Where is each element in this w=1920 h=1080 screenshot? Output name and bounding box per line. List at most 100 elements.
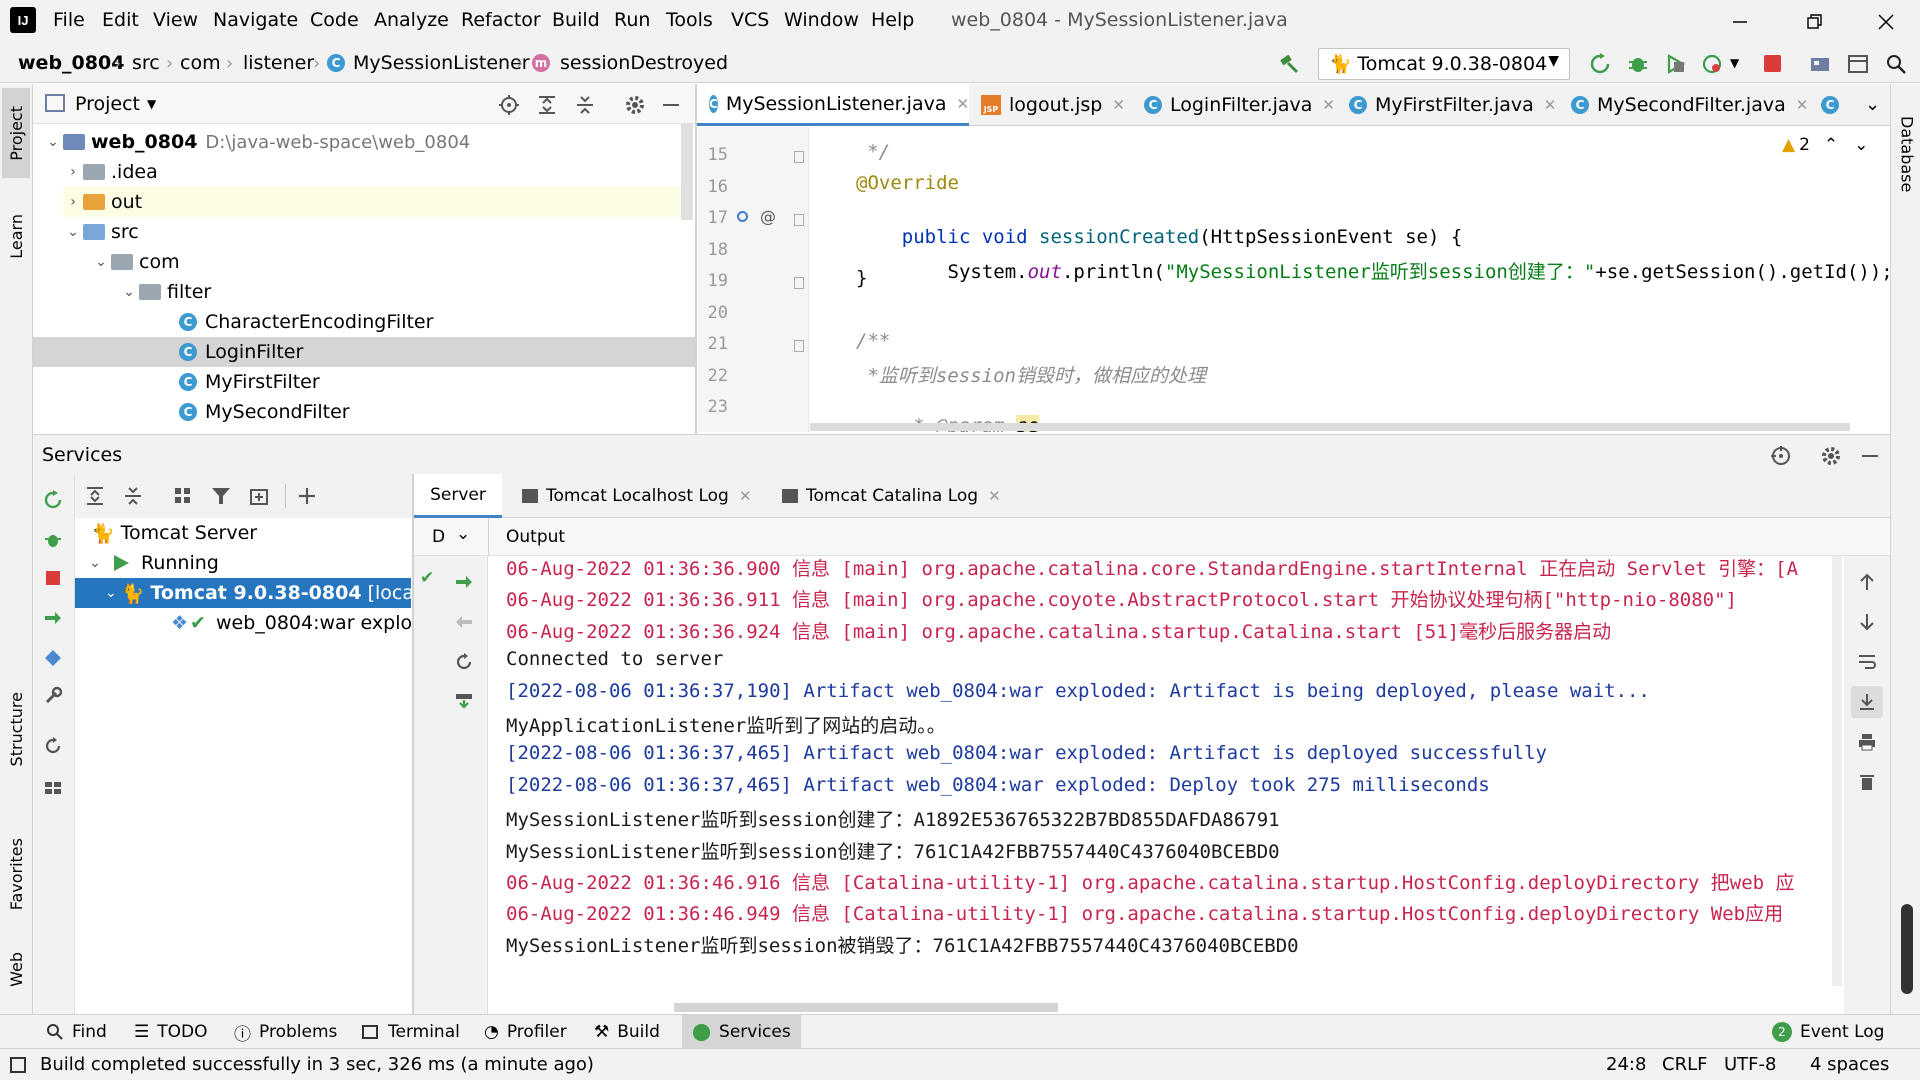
filter-icon[interactable] <box>209 484 233 508</box>
gear-icon[interactable] <box>1819 444 1843 468</box>
tool-tab-build[interactable]: ⚒ Build <box>594 1015 660 1049</box>
refresh-icon[interactable] <box>452 650 476 674</box>
class-icon[interactable]: C <box>1821 96 1839 114</box>
menu-navigate[interactable]: Navigate <box>213 9 298 31</box>
expand-all-icon[interactable] <box>535 93 559 117</box>
locate-icon[interactable] <box>1769 444 1793 468</box>
tree-node-root[interactable]: ⌄ web_0804 D:\java-web-space\web_0804 <box>43 127 470 157</box>
menu-refactor[interactable]: Refactor <box>461 9 541 31</box>
breadcrumb-src[interactable]: src <box>132 52 160 74</box>
previous-highlight-icon[interactable]: ⌃ <box>1824 135 1838 155</box>
stop-icon[interactable] <box>1764 55 1781 72</box>
build-hammer-icon[interactable] <box>1276 51 1302 77</box>
tool-tab-structure[interactable]: Structure <box>2 674 30 784</box>
status-toggle-icon[interactable] <box>10 1057 26 1073</box>
tree-node-src[interactable]: ⌄ src <box>63 217 139 247</box>
tool-tab-profiler[interactable]: ◔ Profiler <box>484 1015 567 1049</box>
fold-marker-icon[interactable] <box>794 277 804 289</box>
tool-tab-favorites[interactable]: Favorites <box>2 814 30 934</box>
close-tab-icon[interactable]: ✕ <box>1544 96 1557 114</box>
tab-mysecondfilter-java[interactable]: C MySecondFilter.java ✕ <box>1571 84 1808 126</box>
tree-node-mysecondfilter[interactable]: C MySecondFilter <box>179 397 350 427</box>
collapse-all-icon[interactable] <box>121 484 145 508</box>
tree-node-idea[interactable]: › .idea <box>63 157 158 187</box>
tab-loginfilter-java[interactable]: C LoginFilter.java ✕ <box>1144 84 1335 126</box>
close-tab-icon[interactable]: ✕ <box>988 487 1001 505</box>
chevron-down-icon[interactable]: ⌄ <box>63 224 83 240</box>
tree-node-myfirstfilter[interactable]: C MyFirstFilter <box>179 367 320 397</box>
expand-all-icon[interactable] <box>83 484 107 508</box>
hide-panel-icon[interactable] <box>663 104 679 106</box>
tabs-overflow-icon[interactable]: ⌄ <box>1865 94 1880 115</box>
implements-marker-icon[interactable] <box>737 211 748 222</box>
new-tab-icon[interactable] <box>247 484 271 508</box>
menu-edit[interactable]: Edit <box>102 9 139 31</box>
tab-server[interactable]: Server <box>414 474 502 518</box>
wrench-icon[interactable] <box>41 684 65 708</box>
tree-node-filter[interactable]: ⌄ filter <box>119 277 211 307</box>
chevron-down-icon[interactable]: ⌄ <box>105 585 117 601</box>
layout-icon[interactable] <box>41 776 65 800</box>
fold-marker-icon[interactable] <box>794 214 804 226</box>
rerun-icon[interactable] <box>41 488 65 512</box>
breadcrumb-class[interactable]: MySessionListener <box>353 52 530 74</box>
code-editor[interactable]: */ @Override public void sessionCreated(… <box>810 127 1890 432</box>
tree-node-com[interactable]: ⌄ com <box>91 247 179 277</box>
artifact-icon[interactable] <box>41 646 65 670</box>
menu-run[interactable]: Run <box>614 9 650 31</box>
status-message[interactable]: Build completed successfully in 3 sec, 3… <box>40 1054 594 1075</box>
project-view-title[interactable]: Project <box>75 93 140 115</box>
close-tab-icon[interactable]: ✕ <box>1322 96 1335 114</box>
menu-vcs[interactable]: VCS <box>731 9 769 31</box>
menu-help[interactable]: Help <box>871 9 914 31</box>
debug-icon[interactable] <box>41 528 65 552</box>
scroll-to-end-icon[interactable] <box>1851 686 1883 718</box>
tab-tomcat-localhost-log[interactable]: Tomcat Localhost Log ✕ <box>522 474 751 518</box>
tree-node-out[interactable]: › out <box>63 187 683 217</box>
project-tree-scrollbar[interactable] <box>681 124 693 220</box>
scrollbar-thumb[interactable] <box>1901 904 1913 994</box>
trash-icon[interactable] <box>1855 770 1879 794</box>
deploy-icon[interactable] <box>452 570 476 594</box>
tab-myfirstfilter-java[interactable]: C MyFirstFilter.java ✕ <box>1349 84 1556 126</box>
refresh-icon[interactable] <box>41 734 65 758</box>
close-tab-icon[interactable]: ✕ <box>1112 96 1125 114</box>
rerun-icon[interactable] <box>1588 52 1612 76</box>
chevron-right-icon[interactable]: › <box>63 164 83 180</box>
undeploy-icon[interactable] <box>452 610 476 634</box>
tool-tab-todo[interactable]: ☰ TODO <box>134 1015 208 1049</box>
locate-icon[interactable] <box>497 93 521 117</box>
tab-mysessionlistener-java[interactable]: C MySessionListener.java ✕ <box>697 84 969 126</box>
print-icon[interactable] <box>1855 730 1879 754</box>
close-tab-icon[interactable]: ✕ <box>1796 96 1809 114</box>
tool-tab-web[interactable]: Web <box>2 934 30 1004</box>
fold-marker-icon[interactable] <box>794 340 804 352</box>
down-arrow-icon[interactable] <box>1855 610 1879 634</box>
menu-view[interactable]: View <box>153 9 198 31</box>
tab-tomcat-catalina-log[interactable]: Tomcat Catalina Log ✕ <box>782 474 1001 518</box>
breadcrumb-project[interactable]: web_0804 <box>18 52 124 74</box>
soft-wrap-icon[interactable] <box>1855 650 1879 674</box>
tool-tab-project[interactable]: Project <box>2 88 30 178</box>
hide-panel-icon[interactable] <box>1862 455 1878 457</box>
add-icon[interactable] <box>295 484 319 508</box>
chevron-down-icon[interactable]: ⌄ <box>119 284 139 300</box>
up-arrow-icon[interactable] <box>1855 570 1879 594</box>
tool-tab-event-log[interactable]: 2 Event Log <box>1772 1015 1884 1049</box>
menu-build[interactable]: Build <box>552 9 600 31</box>
chevron-down-icon[interactable]: ⌄ <box>456 524 470 544</box>
close-tab-icon[interactable]: ✕ <box>957 95 970 113</box>
group-by-icon[interactable] <box>171 484 195 508</box>
debug-icon[interactable] <box>1626 52 1650 76</box>
service-node-artifact[interactable]: ❖ ✔ web_0804:war explod <box>171 608 424 638</box>
breadcrumb-method[interactable]: sessionDestroyed <box>560 52 728 74</box>
update-application-icon[interactable] <box>452 690 476 714</box>
breadcrumb-com[interactable]: com <box>180 52 221 74</box>
tool-tab-terminal[interactable]: Terminal <box>362 1015 460 1049</box>
chevron-down-icon[interactable]: ▼ <box>1730 56 1739 70</box>
tool-tab-database[interactable]: Database <box>1893 94 1920 214</box>
run-configuration-select[interactable]: 🐈 Tomcat 9.0.38-0804 ▼ <box>1318 48 1570 80</box>
next-highlight-icon[interactable]: ⌄ <box>1854 135 1868 155</box>
chevron-down-icon[interactable]: ▼ <box>147 97 156 111</box>
menu-tools[interactable]: Tools <box>666 9 713 31</box>
